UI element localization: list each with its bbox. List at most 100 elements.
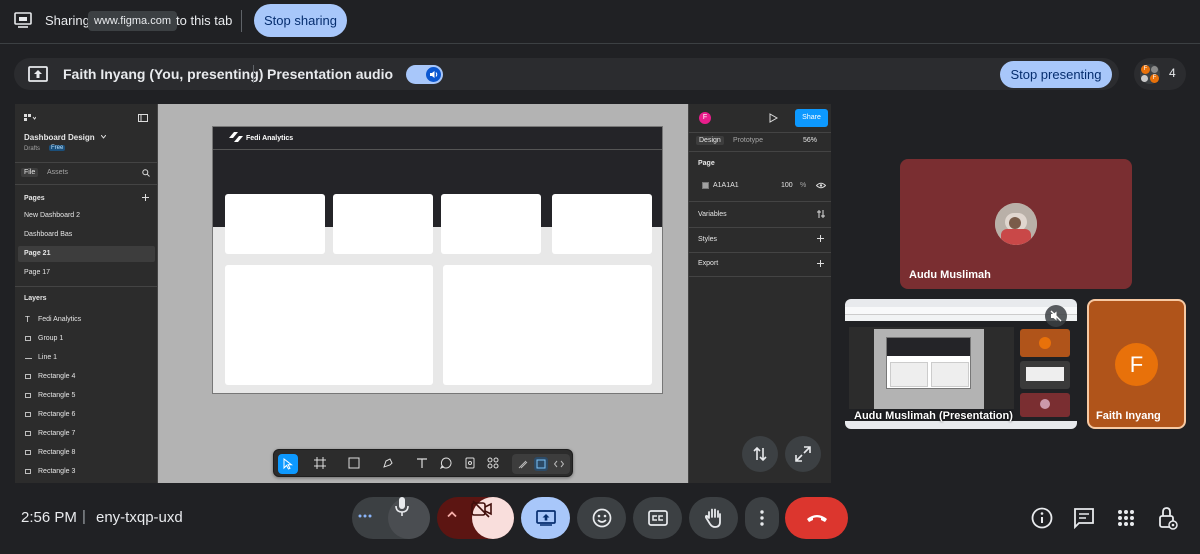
page-item[interactable]: New Dashboard 2 bbox=[15, 208, 157, 224]
brand-name: Fedi Analytics bbox=[246, 135, 294, 142]
components-tool-icon[interactable] bbox=[487, 457, 501, 471]
layer-item[interactable]: Line 1 bbox=[15, 350, 157, 366]
rectangle-icon bbox=[25, 374, 31, 379]
play-icon[interactable] bbox=[769, 113, 778, 123]
meeting-code: eny-txqp-uxd bbox=[96, 509, 183, 526]
move-tool-button[interactable] bbox=[278, 454, 298, 474]
present-screen-icon bbox=[28, 66, 48, 82]
stat-card[interactable] bbox=[552, 194, 652, 254]
layer-item[interactable]: Rectangle 8 bbox=[15, 445, 157, 461]
page-item[interactable]: Dashboard Bas bbox=[15, 227, 157, 243]
host-controls-icon[interactable] bbox=[1158, 506, 1178, 530]
variables-heading[interactable]: Variables bbox=[698, 211, 727, 218]
tab-assets[interactable]: Assets bbox=[47, 169, 68, 176]
layer-item[interactable]: Rectangle 3 bbox=[15, 464, 157, 480]
more-options-button[interactable] bbox=[745, 497, 779, 539]
camera-button[interactable] bbox=[471, 497, 514, 539]
chart-card[interactable] bbox=[443, 265, 652, 385]
participant-tile[interactable]: Audu Muslimah bbox=[900, 159, 1132, 289]
add-export-icon[interactable] bbox=[817, 260, 824, 267]
captions-icon bbox=[647, 510, 668, 526]
export-heading[interactable]: Export bbox=[698, 260, 718, 267]
participants-button[interactable]: F F 4 bbox=[1134, 58, 1186, 90]
cursor-icon bbox=[283, 458, 293, 470]
share-button[interactable]: Share bbox=[795, 109, 828, 127]
presentation-audio-label: Presentation audio bbox=[267, 66, 394, 82]
presentation-audio-toggle[interactable] bbox=[406, 65, 443, 84]
rectangle-icon bbox=[25, 450, 31, 455]
dev-mode-icon[interactable] bbox=[554, 459, 564, 469]
participant-tile-presentation[interactable]: Audu Muslimah (Presentation) bbox=[845, 299, 1077, 429]
raise-hand-icon bbox=[704, 508, 721, 528]
fullscreen-button[interactable] bbox=[785, 436, 821, 472]
layers-heading: Layers bbox=[24, 295, 47, 302]
chart-card[interactable] bbox=[225, 265, 433, 385]
rectangle-icon bbox=[25, 431, 31, 436]
stat-card[interactable] bbox=[441, 194, 541, 254]
divider: | bbox=[82, 508, 86, 525]
tab-design[interactable]: Design bbox=[696, 136, 724, 145]
camera-control-group bbox=[437, 497, 514, 539]
layer-item[interactable]: Rectangle 5 bbox=[15, 388, 157, 404]
page-color-swatch[interactable] bbox=[702, 182, 709, 189]
stop-sharing-button[interactable]: Stop sharing bbox=[254, 4, 347, 37]
present-button[interactable] bbox=[521, 497, 570, 539]
tab-prototype[interactable]: Prototype bbox=[733, 137, 763, 144]
frame-tool-icon[interactable] bbox=[314, 457, 328, 471]
dashboard-frame[interactable]: Fedi Analytics bbox=[212, 126, 663, 394]
file-name[interactable]: Dashboard Design bbox=[24, 133, 95, 142]
captions-button[interactable] bbox=[633, 497, 682, 539]
zoom-level[interactable]: 56% bbox=[803, 137, 817, 144]
draw-mode-icon[interactable] bbox=[518, 459, 528, 469]
page-opacity-value[interactable]: 100 bbox=[781, 182, 793, 189]
rectangle-tool-icon[interactable] bbox=[348, 457, 362, 471]
styles-heading[interactable]: Styles bbox=[698, 236, 717, 243]
user-avatar[interactable]: F bbox=[699, 112, 711, 124]
figma-menu-icon[interactable] bbox=[24, 114, 36, 122]
info-icon[interactable] bbox=[1031, 507, 1053, 529]
volume-off-icon bbox=[1050, 310, 1062, 322]
page-item[interactable]: Page 17 bbox=[15, 265, 157, 281]
rectangle-icon bbox=[25, 469, 31, 474]
swap-icon bbox=[752, 445, 768, 463]
resources-tool-icon[interactable] bbox=[464, 457, 478, 471]
leave-call-button[interactable] bbox=[785, 497, 848, 539]
sidebar-toggle-icon[interactable] bbox=[138, 114, 148, 122]
comment-tool-icon[interactable] bbox=[440, 457, 454, 471]
search-icon[interactable] bbox=[142, 169, 150, 177]
design-mode-icon[interactable] bbox=[534, 457, 548, 471]
page-item-selected[interactable]: Page 21 bbox=[18, 246, 155, 262]
percent-sign: % bbox=[800, 182, 807, 189]
participant-name: Faith Inyang bbox=[1096, 410, 1161, 422]
file-location: Drafts bbox=[24, 146, 41, 152]
share-bar: Sharing www.figma.com to this tab Stop s… bbox=[0, 0, 1200, 44]
layer-item[interactable]: Group 1 bbox=[15, 331, 157, 347]
raise-hand-button[interactable] bbox=[689, 497, 738, 539]
mic-button[interactable] bbox=[388, 497, 430, 539]
stat-card[interactable] bbox=[333, 194, 433, 254]
swap-view-button[interactable] bbox=[742, 436, 778, 472]
add-page-icon[interactable] bbox=[142, 194, 149, 201]
tab-file[interactable]: File bbox=[21, 168, 39, 177]
figma-canvas[interactable]: Fedi Analytics bbox=[158, 104, 688, 483]
participant-tile-self[interactable]: F Faith Inyang bbox=[1087, 299, 1186, 429]
layer-item[interactable]: Rectangle 6 bbox=[15, 407, 157, 423]
page-fill-value[interactable]: A1A1A1 bbox=[713, 182, 739, 189]
mode-switcher bbox=[512, 454, 570, 474]
pen-tool-icon[interactable] bbox=[382, 457, 396, 471]
chat-icon[interactable] bbox=[1073, 507, 1095, 529]
plan-badge: Free bbox=[49, 145, 66, 151]
stat-card[interactable] bbox=[225, 194, 325, 254]
layer-item[interactable]: T Fedi Analytics bbox=[15, 312, 157, 328]
text-tool-icon[interactable] bbox=[416, 457, 430, 471]
reactions-button[interactable] bbox=[577, 497, 626, 539]
screen-share-icon bbox=[14, 12, 32, 28]
eye-icon[interactable] bbox=[816, 182, 826, 189]
layer-item[interactable]: Rectangle 7 bbox=[15, 426, 157, 442]
stop-presenting-button[interactable]: Stop presenting bbox=[1000, 61, 1112, 88]
add-style-icon[interactable] bbox=[817, 235, 824, 242]
participant-name: Audu Muslimah (Presentation) bbox=[854, 410, 1013, 422]
apps-icon[interactable] bbox=[1117, 509, 1135, 527]
layer-item[interactable]: Rectangle 4 bbox=[15, 369, 157, 385]
variables-settings-icon[interactable] bbox=[817, 210, 825, 218]
